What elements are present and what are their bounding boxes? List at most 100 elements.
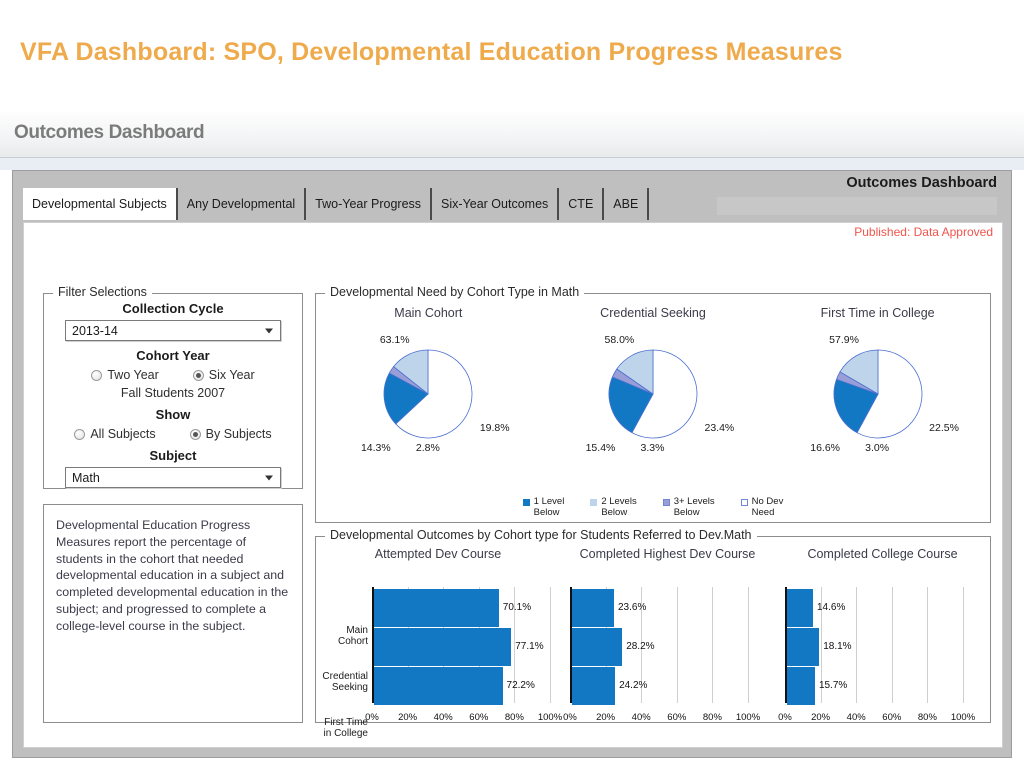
radio-dot-icon bbox=[91, 369, 103, 381]
pie-chart-2: Credential Seeking 58.0% 23.4% 3.3% 15.4% bbox=[545, 306, 760, 474]
page-title: VFA Dashboard: SPO, Developmental Educat… bbox=[20, 38, 843, 66]
legend-label: 1 Level Below bbox=[533, 496, 565, 518]
app-band-title: Outcomes Dashboard bbox=[14, 122, 205, 143]
bar-x-tick-label: 80% bbox=[702, 712, 722, 723]
radio-two-year[interactable]: Two Year bbox=[91, 368, 159, 382]
bar-category-label: Credential Seeking bbox=[322, 670, 368, 694]
legend-swatch-icon bbox=[662, 499, 670, 506]
bar-x-tick-label: 100% bbox=[537, 712, 563, 723]
pie-svg bbox=[383, 349, 473, 439]
tab-six-year-outcomes[interactable]: Six-Year Outcomes bbox=[432, 188, 560, 220]
slide-page: VFA Dashboard: SPO, Developmental Educat… bbox=[0, 0, 1024, 768]
pie-plot-area: 63.1% 19.8% 2.8% 14.3% bbox=[321, 324, 536, 474]
bar-x-tick-label: 100% bbox=[735, 712, 761, 723]
pie-plot-area: 57.9% 22.5% 3.0% 16.6% bbox=[770, 324, 985, 474]
bar-x-tick-label: 80% bbox=[917, 712, 937, 723]
bar-chart-title: Attempted Dev Course bbox=[374, 547, 502, 561]
cohort-year-radio-group: Two Year Six Year bbox=[44, 368, 302, 382]
pie-svg bbox=[608, 349, 698, 439]
legend-label: No Dev Need bbox=[751, 496, 784, 518]
bar-plot-area: Main Cohort Credential Seeking First Time in … bbox=[322, 587, 562, 739]
bar bbox=[572, 589, 614, 627]
bar-value-label: 15.7% bbox=[818, 680, 848, 691]
collection-cycle-select[interactable]: 2013-14 bbox=[65, 320, 281, 341]
filter-selections-panel: Filter Selections Collection Cycle 2013-… bbox=[43, 285, 303, 489]
tab-abe[interactable]: ABE bbox=[604, 188, 650, 220]
radio-all-subjects[interactable]: All Subjects bbox=[74, 427, 156, 441]
bar-x-tick-label: 100% bbox=[950, 712, 976, 723]
subject-select[interactable]: Math bbox=[65, 467, 281, 488]
radio-two-year-label: Two Year bbox=[107, 368, 159, 382]
bar-chart-title: Completed Highest Dev Course bbox=[579, 547, 756, 561]
bar-chart-title: Completed College Course bbox=[807, 547, 958, 561]
bar-x-tick-label: 20% bbox=[398, 712, 418, 723]
bar-value-label: 77.1% bbox=[515, 641, 544, 652]
tab-any-developmental[interactable]: Any Developmental bbox=[177, 188, 307, 220]
collection-cycle-label: Collection Cycle bbox=[122, 301, 224, 316]
legend-label: 2 Levels Below bbox=[601, 496, 637, 518]
radio-by-subjects[interactable]: By Subjects bbox=[189, 427, 272, 441]
bar-gridline bbox=[856, 587, 858, 703]
bar-x-tick-label: 40% bbox=[433, 712, 453, 723]
bar-x-tick-label: 0% bbox=[778, 712, 792, 723]
bar-chart-row: Attempted Dev Course Main Cohort Credential… bbox=[316, 537, 990, 739]
bar-plot-area: 14.6% 18.1% 15.7% 0% 20% 40% 60% 80% 100% bbox=[778, 587, 975, 725]
bar-value-label: 24.2% bbox=[619, 680, 648, 691]
app-subband bbox=[0, 158, 1024, 170]
pie-slice-label: 22.5% bbox=[929, 422, 959, 434]
dashboard-header-title: Outcomes Dashboard bbox=[846, 175, 997, 191]
pie-legend: 1 Level Below 2 Levels Below 3+ Levels Below N… bbox=[316, 496, 990, 518]
bar bbox=[374, 628, 512, 666]
bar-value-label: 14.6% bbox=[816, 602, 846, 613]
bar-value-label: 23.6% bbox=[618, 602, 647, 613]
show-radio-group: All Subjects By Subjects bbox=[44, 427, 302, 441]
tab-developmental-subjects[interactable]: Developmental Subjects bbox=[23, 188, 178, 220]
bar-gridline bbox=[712, 587, 714, 703]
radio-six-year[interactable]: Six Year bbox=[192, 368, 255, 382]
radio-dot-selected-icon bbox=[189, 428, 201, 440]
legend-item: No Dev Need bbox=[740, 496, 784, 518]
cohort-note: Fall Students 2007 bbox=[120, 386, 226, 400]
legend-item: 2 Levels Below bbox=[590, 496, 637, 518]
radio-by-subjects-label: By Subjects bbox=[205, 427, 272, 441]
description-box: Developmental Education Progress Measure… bbox=[43, 504, 303, 723]
bar-x-tick-label: 0% bbox=[365, 712, 379, 723]
chevron-down-icon bbox=[265, 328, 273, 333]
pie-slice-label: 3.3% bbox=[640, 442, 665, 454]
bar-gridline bbox=[550, 587, 551, 703]
bar-x-tick-label: 60% bbox=[882, 712, 902, 723]
pie-slice-label: 63.1% bbox=[379, 334, 410, 346]
pie-section-legend: Developmental Need by Cohort Type in Mat… bbox=[325, 285, 585, 299]
bar-value-label: 18.1% bbox=[823, 641, 852, 652]
dashboard-header-placeholder-box bbox=[717, 197, 997, 215]
pie-chart-title: First Time in College bbox=[820, 306, 935, 320]
pie-slice-label: 23.4% bbox=[704, 422, 735, 434]
pie-chart-title: Credential Seeking bbox=[600, 306, 706, 320]
bar-x-tick-label: 40% bbox=[631, 712, 651, 723]
collection-cycle-value: 2013-14 bbox=[72, 323, 118, 338]
pie-chart-row: Main Cohort 63.1% 19.8% 2.8% 14.3% Credential… bbox=[316, 294, 990, 474]
bar bbox=[787, 667, 815, 705]
subject-label: Subject bbox=[149, 448, 197, 463]
pie-slice-label: 58.0% bbox=[604, 334, 635, 346]
bar bbox=[787, 589, 813, 627]
bar-gridline bbox=[676, 587, 678, 703]
legend-swatch-icon bbox=[740, 499, 748, 506]
bar-gridline bbox=[963, 587, 964, 703]
pie-slice-label: 14.3% bbox=[360, 442, 391, 454]
filter-selections-legend: Filter Selections bbox=[53, 285, 152, 299]
radio-dot-selected-icon bbox=[192, 369, 204, 381]
bar bbox=[572, 667, 616, 705]
legend-label: 3+ Levels Below bbox=[673, 496, 715, 518]
bar-x-tick-label: 80% bbox=[504, 712, 524, 723]
bar-category-label: Main Cohort bbox=[337, 624, 368, 648]
tab-two-year-progress[interactable]: Two-Year Progress bbox=[306, 188, 433, 220]
bar-x-tick-label: 60% bbox=[469, 712, 489, 723]
bar-chart-2: Completed Highest Dev Course 23.6% 28.2% 24… bbox=[560, 547, 775, 725]
radio-six-year-label: Six Year bbox=[208, 368, 255, 382]
pie-slice-label: 15.4% bbox=[585, 442, 616, 454]
legend-item: 3+ Levels Below bbox=[662, 496, 715, 518]
dashboard-content-page: Published: Data Approved Filter Selectio… bbox=[23, 222, 1003, 748]
pie-plot-area: 58.0% 23.4% 3.3% 15.4% bbox=[545, 324, 760, 474]
tab-cte[interactable]: CTE bbox=[559, 188, 605, 220]
